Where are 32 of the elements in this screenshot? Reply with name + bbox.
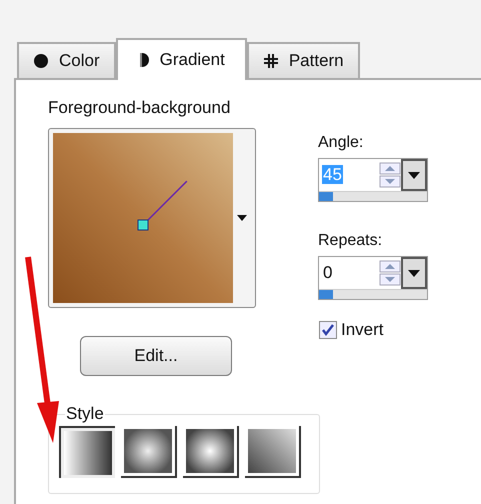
group-label: Style bbox=[65, 404, 105, 424]
tab[interactable]: Color bbox=[17, 42, 116, 78]
edit-button[interactable]: Edit... bbox=[80, 336, 232, 376]
style-option[interactable] bbox=[121, 426, 177, 478]
field-label: Angle: bbox=[318, 134, 364, 152]
angle-handle-icon[interactable] bbox=[138, 180, 188, 230]
tab[interactable]: Pattern bbox=[246, 42, 360, 78]
gradient-swatch-icon bbox=[186, 429, 234, 473]
gradient-swatch-icon bbox=[248, 429, 296, 473]
gradient-swatch-icon bbox=[124, 429, 172, 473]
circle-icon bbox=[33, 53, 49, 69]
style-option[interactable] bbox=[59, 426, 115, 478]
gradient-swatch-icon bbox=[64, 431, 112, 475]
tab[interactable]: Gradient bbox=[116, 38, 247, 80]
checkbox-label: Invert bbox=[341, 320, 384, 340]
invert-checkbox[interactable] bbox=[319, 321, 337, 339]
spin-field[interactable]: 0 bbox=[318, 256, 428, 300]
dropdown-button[interactable] bbox=[401, 159, 427, 191]
field-value: 0 bbox=[322, 263, 334, 282]
style-option[interactable] bbox=[245, 426, 301, 478]
slider-track[interactable] bbox=[319, 191, 427, 201]
dropdown-button[interactable] bbox=[401, 257, 427, 289]
caret-icon bbox=[237, 215, 247, 221]
field-value: 45 bbox=[322, 165, 343, 184]
slider-track[interactable] bbox=[319, 289, 427, 299]
caret-icon bbox=[408, 270, 420, 276]
caret-icon bbox=[408, 172, 420, 178]
gradient-picker[interactable] bbox=[48, 128, 256, 308]
gradient-name: Foreground-background bbox=[48, 98, 232, 118]
style-option[interactable] bbox=[183, 426, 239, 478]
checkmark-icon bbox=[321, 323, 335, 337]
field-label: Repeats: bbox=[318, 232, 384, 250]
